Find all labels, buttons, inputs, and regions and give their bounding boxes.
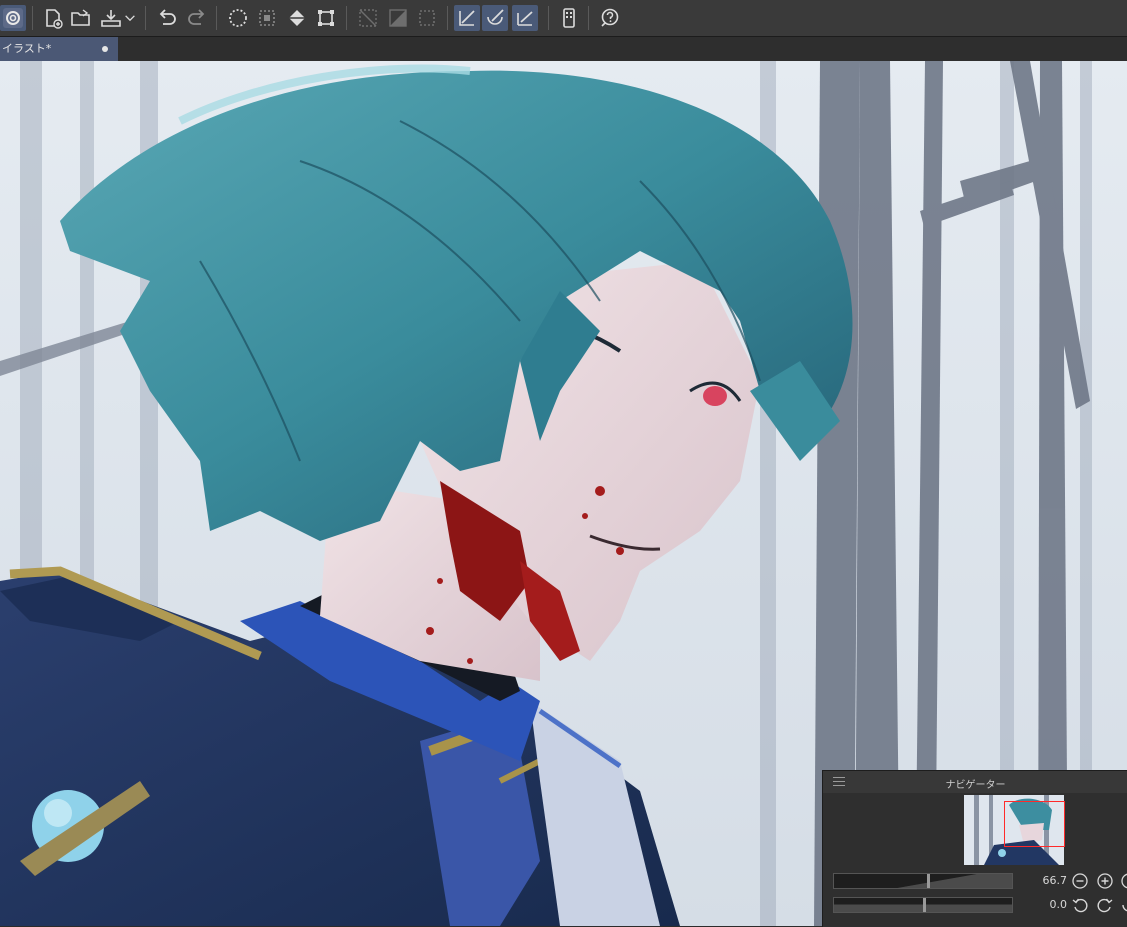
command-bar bbox=[0, 0, 1127, 37]
rotation-value: 0.0 bbox=[1049, 898, 1068, 911]
reset-rotation-icon[interactable] bbox=[1121, 897, 1127, 913]
clear-selection-icon[interactable] bbox=[225, 5, 251, 31]
document-tab-label: イラスト* bbox=[2, 42, 52, 55]
clip-studio-logo-icon[interactable] bbox=[0, 5, 26, 31]
snap-to-grid-icon[interactable] bbox=[512, 5, 538, 31]
toolbar-divider bbox=[447, 6, 448, 30]
hide-selection-icon[interactable] bbox=[355, 5, 381, 31]
navigator-viewport-frame[interactable] bbox=[1004, 801, 1065, 847]
snap-to-special-ruler-icon[interactable] bbox=[482, 5, 508, 31]
selection-crop-icon[interactable] bbox=[254, 5, 280, 31]
snap-to-ruler-icon[interactable] bbox=[454, 5, 480, 31]
zoom-in-icon[interactable] bbox=[1097, 873, 1113, 889]
transform-icon[interactable] bbox=[313, 5, 339, 31]
rotate-left-icon[interactable] bbox=[1072, 897, 1088, 913]
fill-icon[interactable] bbox=[284, 5, 310, 31]
select-all-icon[interactable] bbox=[414, 5, 440, 31]
toolbar-divider bbox=[145, 6, 146, 30]
toolbar-divider bbox=[32, 6, 33, 30]
toolbar-divider bbox=[346, 6, 347, 30]
zoom-out-icon[interactable] bbox=[1072, 873, 1088, 889]
fit-view-icon[interactable] bbox=[1121, 873, 1127, 889]
toolbar-divider bbox=[588, 6, 589, 30]
navigator-panel: ナビゲーター 66.7 0.0 bbox=[822, 770, 1127, 927]
rotate-right-icon[interactable] bbox=[1097, 897, 1113, 913]
rotation-slider[interactable] bbox=[833, 897, 1013, 913]
redo-icon[interactable] bbox=[184, 5, 210, 31]
undo-icon[interactable] bbox=[154, 5, 180, 31]
zoom-value: 66.7 bbox=[1042, 874, 1068, 887]
rotation-slider-handle[interactable] bbox=[923, 898, 926, 912]
help-icon[interactable] bbox=[596, 5, 622, 31]
navigator-header: ナビゲーター bbox=[823, 771, 1127, 793]
zoom-slider-handle[interactable] bbox=[927, 874, 930, 888]
chevron-down-icon[interactable] bbox=[122, 5, 138, 31]
unsaved-dot-icon[interactable] bbox=[102, 46, 108, 52]
companion-mode-icon[interactable] bbox=[556, 5, 582, 31]
open-folder-icon[interactable] bbox=[68, 5, 94, 31]
toolbar-divider bbox=[216, 6, 217, 30]
document-tab[interactable]: イラスト* bbox=[0, 37, 118, 61]
zoom-slider[interactable] bbox=[833, 873, 1013, 889]
toolbar-divider bbox=[548, 6, 549, 30]
new-file-icon[interactable] bbox=[40, 5, 66, 31]
document-tab-bar: イラスト* bbox=[0, 37, 1127, 61]
navigator-title: ナビゲーター bbox=[945, 780, 1006, 791]
export-tray-icon[interactable] bbox=[98, 5, 124, 31]
invert-selection-icon[interactable] bbox=[385, 5, 411, 31]
